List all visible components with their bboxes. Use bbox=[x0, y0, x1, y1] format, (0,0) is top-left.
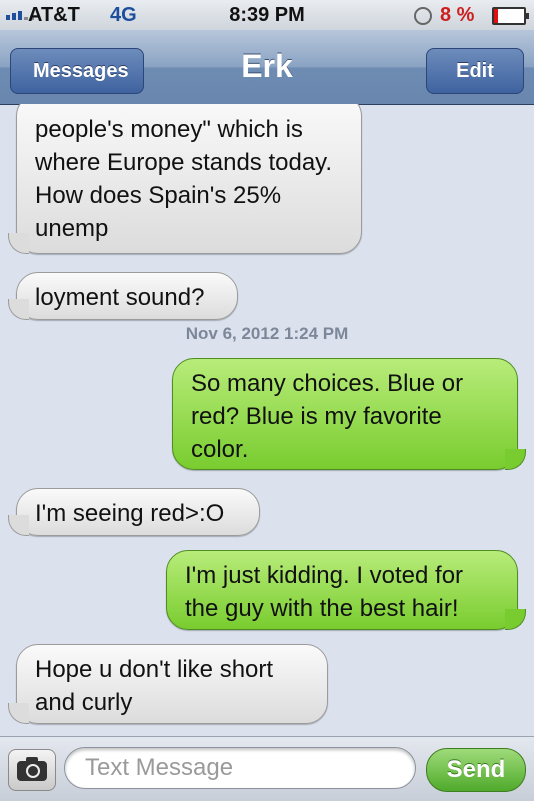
incoming-message: people's money" which is where Europe st… bbox=[8, 104, 362, 254]
message-input[interactable] bbox=[64, 747, 416, 789]
outgoing-message: So many choices. Blue or red? Blue is my… bbox=[172, 358, 526, 470]
message-thread[interactable]: people's money" which is where Europe st… bbox=[0, 104, 534, 736]
battery-percent: 8 % bbox=[440, 4, 475, 26]
edit-button[interactable]: Edit bbox=[426, 48, 524, 94]
outgoing-message: I'm just kidding. I voted for the guy wi… bbox=[166, 550, 526, 630]
status-bar: AT&T 4G 8:39 PM 8 % bbox=[0, 0, 534, 30]
message-timestamp: Nov 6, 2012 1:24 PM bbox=[185, 324, 349, 343]
compose-bar: Send bbox=[0, 736, 534, 801]
camera-button[interactable] bbox=[8, 749, 56, 791]
lock-rotation-icon bbox=[414, 7, 432, 25]
navigation-bar: Messages Erk Edit bbox=[0, 30, 534, 105]
incoming-message: loyment sound? bbox=[8, 272, 238, 320]
incoming-message: Hope u don't like short and curly bbox=[8, 644, 328, 724]
battery-icon bbox=[492, 7, 529, 25]
send-button[interactable]: Send bbox=[426, 748, 526, 792]
incoming-message: I'm seeing red>:O bbox=[8, 488, 260, 536]
